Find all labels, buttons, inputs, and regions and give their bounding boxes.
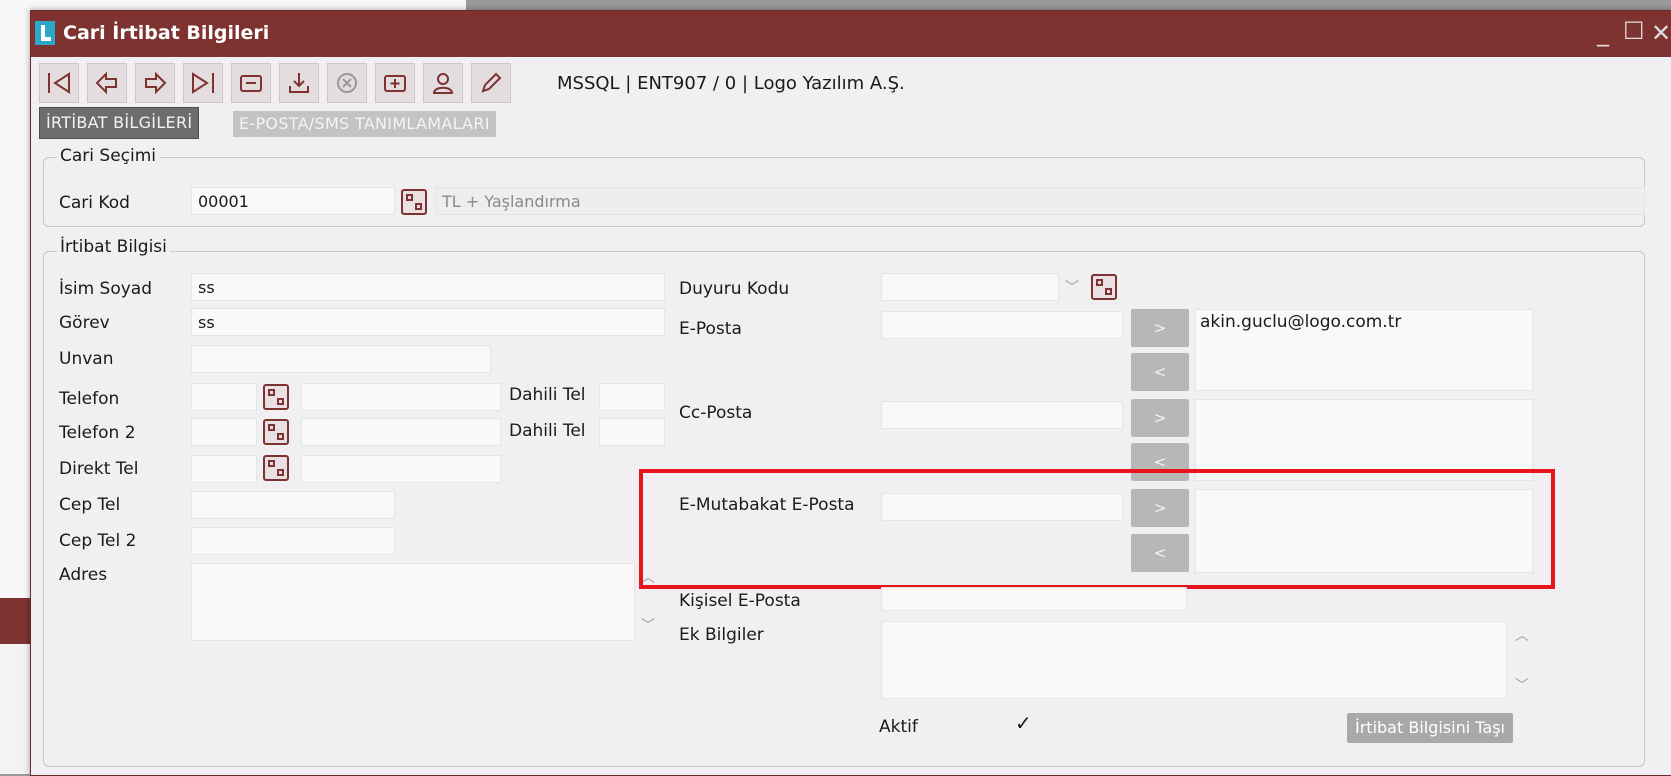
background-panel-left bbox=[0, 10, 30, 600]
cari-irtibat-window: Cari İrtibat Bilgileri _ ☐ ✕ MSSQL | ENT… bbox=[30, 10, 1671, 776]
ek-bilgiler-scroll-down-icon[interactable]: ﹀ bbox=[1515, 675, 1529, 695]
adres-textarea[interactable] bbox=[191, 563, 635, 641]
dahili-tel-input[interactable] bbox=[599, 383, 665, 411]
cep-tel-label: Cep Tel bbox=[59, 495, 121, 515]
filter-icon bbox=[240, 75, 262, 92]
duyuru-kodu-select[interactable] bbox=[881, 273, 1059, 301]
unvan-input[interactable] bbox=[191, 345, 491, 373]
dahili-tel-label: Dahili Tel bbox=[509, 385, 586, 405]
telefon2-code-input[interactable] bbox=[191, 418, 257, 446]
cancel-icon bbox=[337, 73, 357, 93]
duyuru-kodu-label: Duyuru Kodu bbox=[679, 279, 790, 299]
ek-bilgiler-textarea[interactable] bbox=[881, 621, 1507, 699]
cari-secimi-legend: Cari Seçimi bbox=[57, 146, 160, 166]
e-posta-list[interactable]: akin.guclu@logo.com.tr bbox=[1195, 309, 1533, 391]
gorev-label: Görev bbox=[59, 313, 110, 333]
aktif-label: Aktif bbox=[879, 717, 918, 737]
background-panel-bottom bbox=[0, 644, 30, 774]
cep-tel2-input[interactable] bbox=[191, 527, 395, 555]
direkt-tel-input[interactable] bbox=[301, 455, 501, 483]
telefon-code-input[interactable] bbox=[191, 383, 257, 411]
close-button[interactable]: ✕ bbox=[1651, 19, 1671, 47]
background-panel-top bbox=[0, 0, 466, 10]
cari-kod-label: Cari Kod bbox=[59, 193, 130, 213]
aktif-checkbox[interactable]: ✓ bbox=[1015, 711, 1032, 735]
e-posta-list-item[interactable]: akin.guclu@logo.com.tr bbox=[1200, 312, 1528, 332]
edit-icon bbox=[481, 72, 502, 93]
direkt-tel-code-input[interactable] bbox=[191, 455, 257, 483]
next-record-icon bbox=[145, 71, 167, 95]
filter-button[interactable] bbox=[231, 63, 271, 103]
cc-posta-add-button[interactable]: > bbox=[1131, 399, 1189, 437]
unvan-label: Unvan bbox=[59, 349, 114, 369]
cari-kod-lookup-icon[interactable] bbox=[401, 189, 427, 215]
isim-soyad-input[interactable]: ss bbox=[191, 273, 665, 301]
tab-irtibat-bilgileri[interactable]: İRTİBAT BİLGİLERİ bbox=[39, 107, 200, 139]
e-posta-add-button[interactable]: > bbox=[1131, 309, 1189, 347]
e-posta-label: E-Posta bbox=[679, 319, 742, 339]
adres-scroll-down-icon[interactable]: ﹀ bbox=[641, 615, 655, 635]
telefon-lookup-icon[interactable] bbox=[263, 384, 289, 410]
tab-eposta-sms[interactable]: E-POSTA/SMS TANIMLAMALARI bbox=[233, 111, 496, 137]
duyuru-kodu-lookup-icon[interactable] bbox=[1091, 274, 1117, 300]
first-record-icon bbox=[48, 72, 70, 94]
cari-kod-input[interactable]: 00001 bbox=[191, 187, 395, 215]
user-icon bbox=[432, 73, 454, 94]
e-posta-input[interactable] bbox=[881, 311, 1123, 339]
isim-soyad-label: İsim Soyad bbox=[59, 279, 153, 299]
highlight-rectangle bbox=[639, 469, 1555, 589]
adres-label: Adres bbox=[59, 565, 108, 585]
telefon-input[interactable] bbox=[301, 383, 501, 411]
next-record-button[interactable] bbox=[135, 63, 175, 103]
logo-app-icon bbox=[35, 21, 55, 45]
last-record-button[interactable] bbox=[183, 63, 223, 103]
edit-button[interactable] bbox=[471, 63, 511, 103]
window-title: Cari İrtibat Bilgileri bbox=[63, 22, 270, 44]
kisisel-e-posta-input[interactable] bbox=[881, 587, 1187, 611]
previous-record-button[interactable] bbox=[87, 63, 127, 103]
first-record-button[interactable] bbox=[39, 63, 79, 103]
add-button[interactable] bbox=[375, 63, 415, 103]
add-icon bbox=[384, 75, 406, 92]
telefon2-lookup-icon[interactable] bbox=[263, 419, 289, 445]
cari-description: TL + Yaşlandırma bbox=[435, 187, 1645, 215]
cc-posta-label: Cc-Posta bbox=[679, 403, 753, 423]
previous-record-icon bbox=[95, 71, 117, 95]
irtibat-bilgisi-legend: İrtibat Bilgisi bbox=[57, 237, 170, 257]
telefon2-input[interactable] bbox=[301, 418, 501, 446]
cep-tel-input[interactable] bbox=[191, 491, 395, 519]
import-icon bbox=[289, 73, 309, 93]
user-button[interactable] bbox=[423, 63, 463, 103]
import-button[interactable] bbox=[279, 63, 319, 103]
telefon2-label: Telefon 2 bbox=[59, 423, 136, 443]
dahili-tel2-input[interactable] bbox=[599, 418, 665, 446]
e-posta-remove-button[interactable]: < bbox=[1131, 353, 1189, 391]
title-bar[interactable]: Cari İrtibat Bilgileri _ ☐ ✕ bbox=[31, 11, 1671, 57]
ek-bilgiler-label: Ek Bilgiler bbox=[679, 625, 764, 645]
dahili-tel2-label: Dahili Tel bbox=[509, 421, 586, 441]
kisisel-e-posta-label: Kişisel E-Posta bbox=[679, 591, 801, 611]
ek-bilgiler-scroll-up-icon[interactable]: ︿ bbox=[1515, 625, 1529, 645]
maximize-button[interactable]: ☐ bbox=[1623, 17, 1645, 45]
direkt-tel-label: Direkt Tel bbox=[59, 459, 139, 479]
telefon-label: Telefon bbox=[59, 389, 120, 409]
connection-info: MSSQL | ENT907 / 0 | Logo Yazılım A.Ş. bbox=[557, 73, 905, 94]
last-record-icon bbox=[192, 72, 214, 94]
cc-posta-input[interactable] bbox=[881, 401, 1123, 429]
background-strip bbox=[0, 598, 30, 644]
cancel-button[interactable] bbox=[327, 63, 367, 103]
minimize-button[interactable]: _ bbox=[1597, 19, 1609, 47]
irtibat-bilgisini-tasi-button[interactable]: İrtibat Bilgisini Taşı bbox=[1347, 713, 1513, 743]
gorev-input[interactable]: ss bbox=[191, 308, 665, 336]
direkt-tel-lookup-icon[interactable] bbox=[263, 455, 289, 481]
cep-tel2-label: Cep Tel 2 bbox=[59, 531, 137, 551]
chevron-down-icon[interactable]: ﹀ bbox=[1065, 277, 1079, 297]
